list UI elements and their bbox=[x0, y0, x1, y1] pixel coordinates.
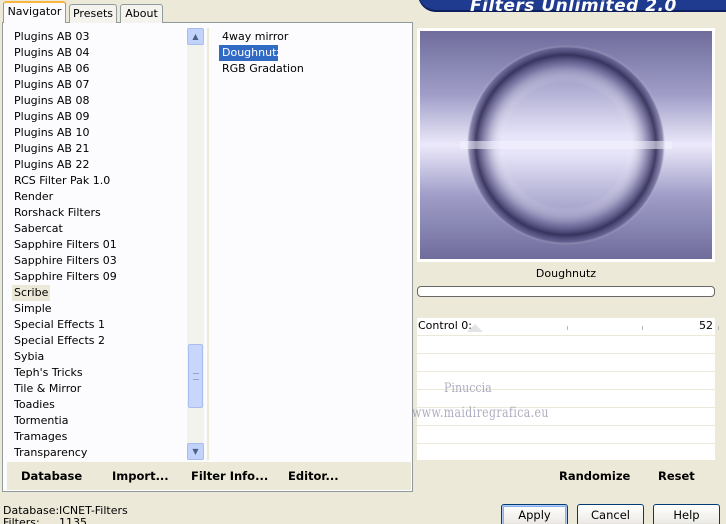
filter-info-button[interactable]: Filter Info... bbox=[191, 469, 268, 483]
category-item[interactable]: Toadies bbox=[12, 397, 187, 413]
category-item[interactable]: Scribe bbox=[12, 285, 50, 301]
slider-tick bbox=[567, 326, 568, 330]
category-item[interactable]: Plugins AB 10 bbox=[12, 125, 187, 141]
category-item[interactable]: Sabercat bbox=[12, 221, 187, 237]
controls-toolbar: Randomize Reset bbox=[417, 462, 715, 490]
help-button[interactable]: Help bbox=[653, 504, 720, 524]
filter-item[interactable]: RGB Gradation bbox=[219, 61, 409, 77]
apply-button[interactable]: Apply bbox=[501, 504, 568, 524]
scroll-up-icon[interactable]: ▲ bbox=[187, 28, 204, 45]
scrollbar-thumb[interactable] bbox=[188, 344, 203, 408]
category-item[interactable]: Rorshack Filters bbox=[12, 205, 187, 221]
category-item[interactable]: Plugins AB 22 bbox=[12, 157, 187, 173]
reset-button[interactable]: Reset bbox=[658, 469, 695, 483]
editor-button[interactable]: Editor... bbox=[288, 469, 339, 483]
category-item[interactable]: Sybia bbox=[12, 349, 187, 365]
status-filters-value: 1135 bbox=[59, 516, 87, 524]
empty-control-row bbox=[417, 354, 715, 372]
watermark-url: www.maidiregrafica.eu bbox=[412, 405, 549, 421]
category-item[interactable]: Plugins AB 03 bbox=[12, 29, 187, 45]
watermark-name: Pinuccia bbox=[444, 381, 492, 396]
category-item[interactable]: Sapphire Filters 01 bbox=[12, 237, 187, 253]
status-filters-label: Filters: bbox=[3, 516, 40, 524]
control-slider-track[interactable] bbox=[463, 326, 719, 330]
category-item[interactable]: Sapphire Filters 09 bbox=[12, 269, 187, 285]
selected-filter-name: Doughnutz bbox=[417, 263, 715, 284]
cancel-button[interactable]: Cancel bbox=[577, 504, 644, 524]
control-value: 52 bbox=[699, 319, 713, 332]
category-item[interactable]: Sapphire Filters 03 bbox=[12, 253, 187, 269]
category-item[interactable]: Plugins AB 09 bbox=[12, 109, 187, 125]
category-item[interactable]: Teph's Tricks bbox=[12, 365, 187, 381]
progress-bar bbox=[417, 286, 715, 297]
empty-control-row bbox=[417, 426, 715, 444]
category-item[interactable]: Plugins AB 08 bbox=[12, 93, 187, 109]
category-item[interactable]: Tormentia bbox=[12, 413, 187, 429]
category-item[interactable]: RCS Filter Pak 1.0 bbox=[12, 173, 187, 189]
navigator-toolbar: Database Import... Filter Info... Editor… bbox=[7, 462, 411, 490]
category-scrollbar[interactable]: ▲ ▼ bbox=[187, 28, 204, 460]
control-slider-knob[interactable] bbox=[467, 324, 483, 332]
empty-control-row bbox=[417, 336, 715, 354]
import-button[interactable]: Import... bbox=[112, 469, 169, 483]
scroll-down-icon[interactable]: ▼ bbox=[187, 443, 204, 460]
database-button[interactable]: Database bbox=[21, 469, 82, 483]
category-item[interactable]: Plugins AB 21 bbox=[12, 141, 187, 157]
control-row[interactable]: Control 0: 52 bbox=[417, 318, 719, 336]
category-item[interactable]: Plugins AB 07 bbox=[12, 77, 187, 93]
empty-control-row bbox=[417, 444, 715, 462]
category-item[interactable]: Special Effects 1 bbox=[12, 317, 187, 333]
category-item[interactable]: Transparency bbox=[12, 445, 187, 461]
category-item[interactable]: Simple bbox=[12, 301, 187, 317]
category-item[interactable]: Plugins AB 04 bbox=[12, 45, 187, 61]
category-item[interactable]: Tile & Mirror bbox=[12, 381, 187, 397]
filter-item[interactable]: 4way mirror bbox=[219, 29, 409, 45]
grip-icon bbox=[193, 373, 199, 380]
tab-about[interactable]: About bbox=[120, 4, 163, 23]
category-item[interactable]: Special Effects 2 bbox=[12, 333, 187, 349]
randomize-button[interactable]: Randomize bbox=[559, 469, 630, 483]
tab-presets[interactable]: Presets bbox=[69, 4, 117, 23]
filter-list[interactable]: 4way mirror Doughnutz RGB Gradation bbox=[219, 29, 409, 77]
list-divider bbox=[207, 28, 209, 460]
category-item[interactable]: Render bbox=[12, 189, 187, 205]
app-title: Filters Unlimited 2.0 bbox=[470, 0, 677, 16]
category-item[interactable]: Plugins AB 06 bbox=[12, 61, 187, 77]
status-filters: Filters: 1135 bbox=[3, 516, 87, 524]
category-item[interactable]: Tramages bbox=[12, 429, 187, 445]
preview-frame bbox=[417, 28, 715, 262]
preview-image bbox=[420, 31, 712, 259]
category-list[interactable]: Plugins AB 03 Plugins AB 04 Plugins AB 06 P… bbox=[12, 29, 187, 461]
slider-tick bbox=[642, 326, 643, 330]
tab-navigator[interactable]: Navigator bbox=[3, 1, 66, 23]
slider-tick bbox=[718, 326, 719, 330]
filter-item[interactable]: Doughnutz bbox=[219, 45, 282, 61]
